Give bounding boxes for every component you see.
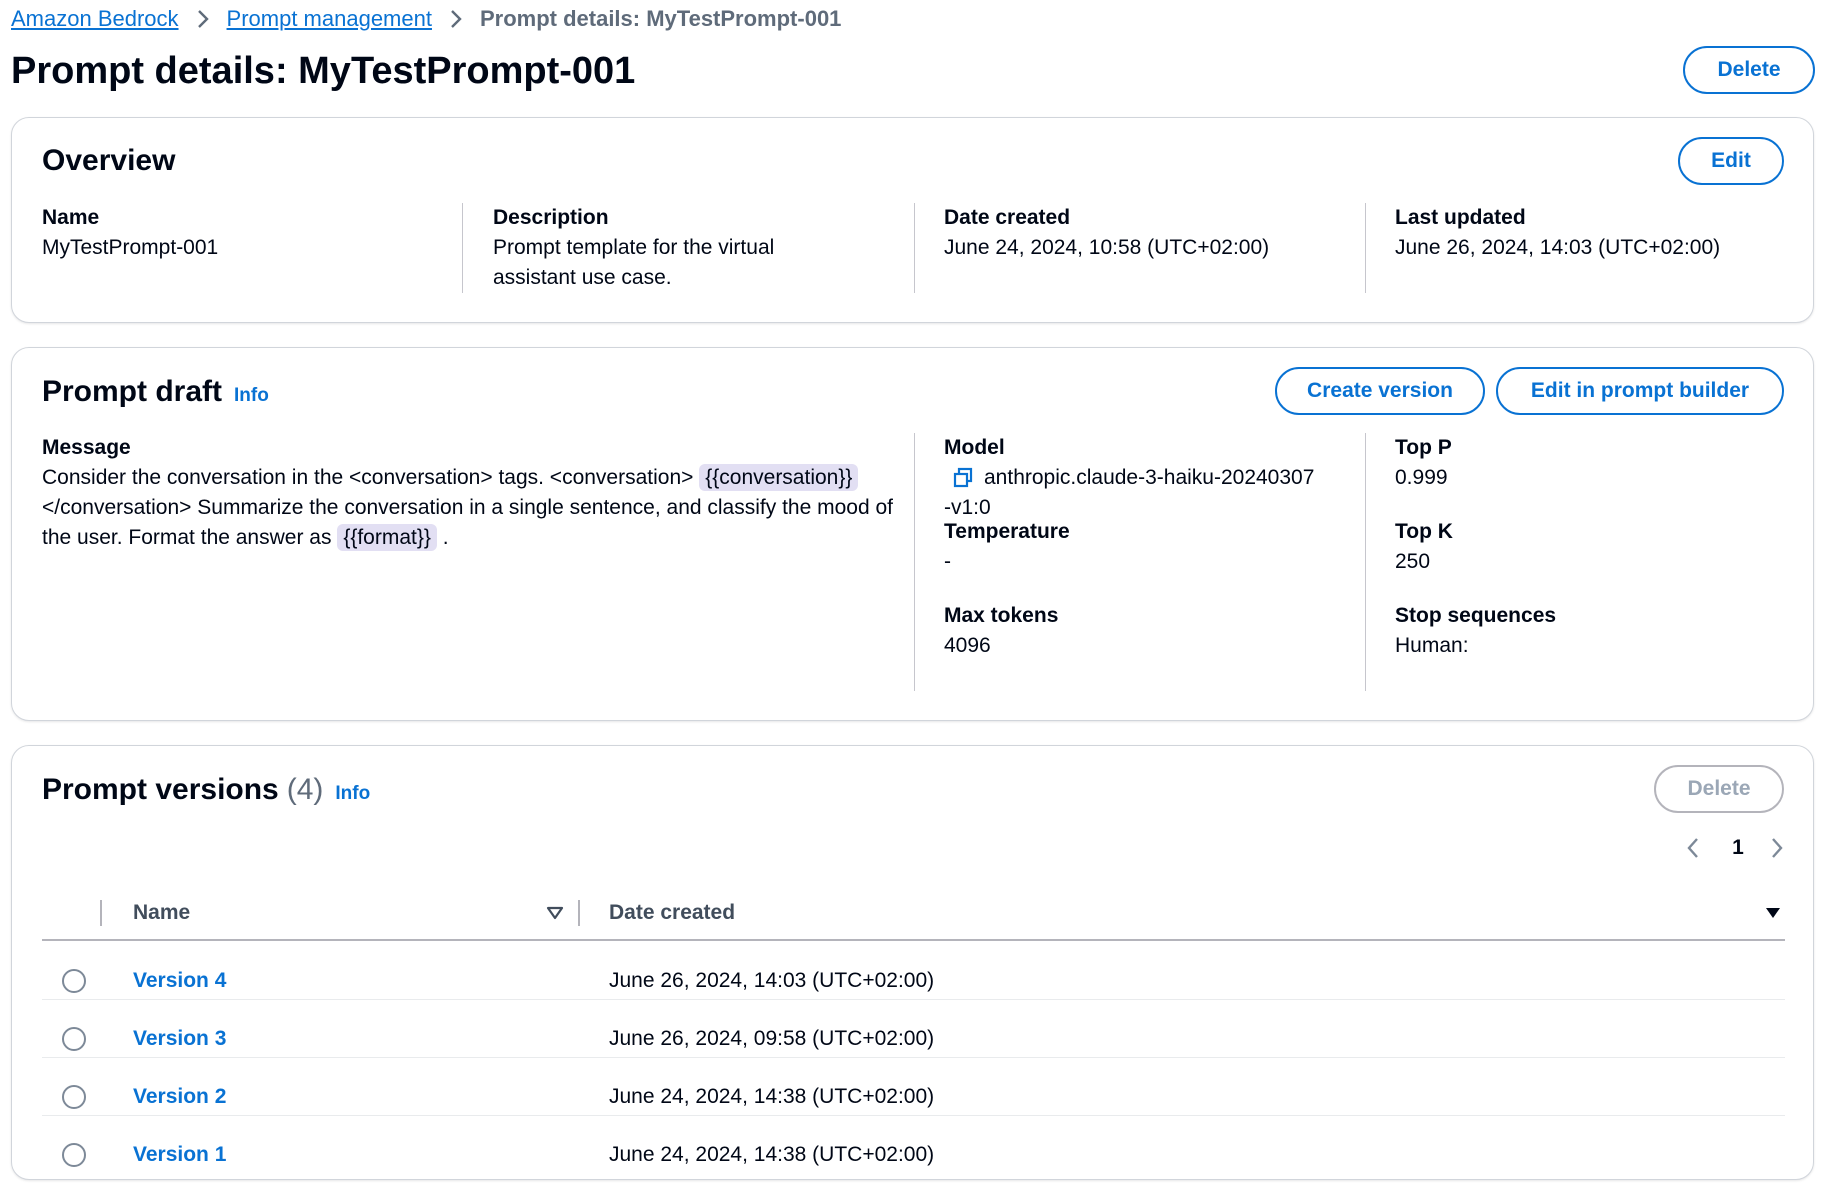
top-k-value: 250 [1395,550,1431,573]
sort-caret-down-icon[interactable] [542,900,568,926]
overview-title: Overview [42,141,175,181]
message-field: Message Consider the conversation in the… [42,433,897,553]
message-text: Consider the conversation in the <conver… [42,466,694,489]
version-date: June 24, 2024, 14:38 (UTC+02:00) [609,1143,935,1166]
column-divider [462,203,463,293]
breadcrumb-link-prompt-management[interactable]: Prompt management [227,6,432,32]
name-value: MyTestPrompt-001 [42,236,219,259]
date-created-value: June 24, 2024, 10:58 (UTC+02:00) [944,236,1270,259]
edit-in-prompt-builder-button[interactable]: Edit in prompt builder [1496,367,1784,415]
version-date: June 24, 2024, 14:38 (UTC+02:00) [609,1085,935,1108]
stop-sequences-label: Stop sequences [1395,604,1557,627]
version-link[interactable]: Version 3 [133,1024,226,1054]
temperature-value: - [944,550,951,573]
breadcrumb-link-amazon-bedrock[interactable]: Amazon Bedrock [11,6,179,32]
prompt-draft-title-text: Prompt draft [42,375,222,408]
column-divider [1365,433,1366,691]
date-created-field: Date created June 24, 2024, 10:58 (UTC+0… [944,203,1364,263]
edit-overview-button[interactable]: Edit [1678,137,1784,185]
date-created-label: Date created [944,206,1071,229]
column-divider [914,433,915,691]
page: Amazon Bedrock Prompt management Prompt … [0,0,1826,1190]
message-text: . [442,526,449,549]
max-tokens-field: Max tokens 4096 [944,601,1344,661]
page-number[interactable]: 1 [1726,833,1750,863]
top-k-field: Top K 250 [1395,517,1795,577]
stop-sequences-field: Stop sequences Human: [1395,601,1795,661]
top-p-field: Top P 0.999 [1395,433,1795,493]
version-link[interactable]: Version 4 [133,966,226,996]
column-header-date-created[interactable]: Date created [609,898,735,928]
model-value-line1: anthropic.claude-3-haiku-20240307 [984,466,1315,489]
variable-chip-format: {{format}} [337,524,437,551]
chevron-left-icon[interactable] [1678,833,1708,863]
message-value: Consider the conversation in the <conver… [42,463,897,553]
row-divider [42,1057,1785,1058]
row-divider [42,1115,1785,1116]
version-link[interactable]: Version 1 [133,1140,226,1170]
variable-chip-conversation: {{conversation}} [699,464,859,491]
message-text: </conversation> Summarize the conversati… [42,496,893,549]
column-divider [914,203,915,293]
row-radio[interactable] [62,1085,86,1109]
model-field: Model anthropic.claude-3-haiku-20240307 … [944,433,1344,523]
sort-triangle-down-icon[interactable] [1760,900,1786,926]
row-radio[interactable] [62,1027,86,1051]
create-version-button[interactable]: Create version [1275,367,1485,415]
name-field: Name MyTestPrompt-001 [42,203,442,263]
temperature-label: Temperature [944,520,1070,543]
prompt-versions-title-text: Prompt versions [42,773,279,806]
prompt-versions-title: Prompt versions (4) Info [42,770,370,814]
delete-prompt-button[interactable]: Delete [1683,46,1815,94]
column-header-name[interactable]: Name [133,898,190,928]
last-updated-value: June 26, 2024, 14:03 (UTC+02:00) [1395,236,1721,259]
prompt-draft-title: Prompt draft Info [42,372,269,416]
delete-version-button[interactable]: Delete [1654,765,1784,813]
table-header-divider [42,939,1785,941]
description-field: Description Prompt template for the virt… [493,203,853,293]
last-updated-field: Last updated June 26, 2024, 14:03 (UTC+0… [1395,203,1795,263]
top-p-label: Top P [1395,436,1452,459]
description-label: Description [493,206,609,229]
breadcrumb-current: Prompt details: MyTestPrompt-001 [479,6,842,31]
temperature-field: Temperature - [944,517,1344,577]
message-label: Message [42,436,131,459]
max-tokens-value: 4096 [944,634,991,657]
prompt-versions-card: Prompt versions (4) Info Delete 1 Name D… [11,745,1814,1180]
prompt-versions-info-link[interactable]: Info [335,774,370,814]
prompt-draft-card: Prompt draft Info Create version Edit in… [11,347,1814,721]
row-radio[interactable] [62,1143,86,1167]
version-date: June 26, 2024, 09:58 (UTC+02:00) [609,1027,935,1050]
chevron-right-icon [449,8,463,30]
chevron-right-icon [196,8,210,30]
model-value-row: anthropic.claude-3-haiku-20240307 [944,463,1344,493]
prompt-draft-info-link[interactable]: Info [234,376,269,416]
chevron-right-icon[interactable] [1762,833,1792,863]
versions-count: (4) [286,773,324,806]
max-tokens-label: Max tokens [944,604,1059,627]
last-updated-label: Last updated [1395,206,1526,229]
top-p-value: 0.999 [1395,466,1448,489]
version-link[interactable]: Version 2 [133,1082,226,1112]
page-title: Prompt details: MyTestPrompt-001 [11,50,636,92]
breadcrumb: Amazon Bedrock Prompt management Prompt … [11,4,841,34]
column-resizer[interactable] [578,900,580,926]
overview-card: Overview Edit Name MyTestPrompt-001 Desc… [11,117,1814,323]
row-divider [42,999,1785,1000]
stop-sequences-value: Human: [1395,634,1469,657]
copy-icon[interactable] [952,467,974,489]
name-label: Name [42,206,100,229]
version-date: June 26, 2024, 14:03 (UTC+02:00) [609,969,935,992]
column-resizer[interactable] [100,900,102,926]
column-divider [1365,203,1366,293]
overview-title-text: Overview [42,144,176,177]
model-label: Model [944,436,1005,459]
row-radio[interactable] [62,969,86,993]
top-k-label: Top K [1395,520,1453,543]
description-value: Prompt template for the virtual assistan… [493,236,775,289]
